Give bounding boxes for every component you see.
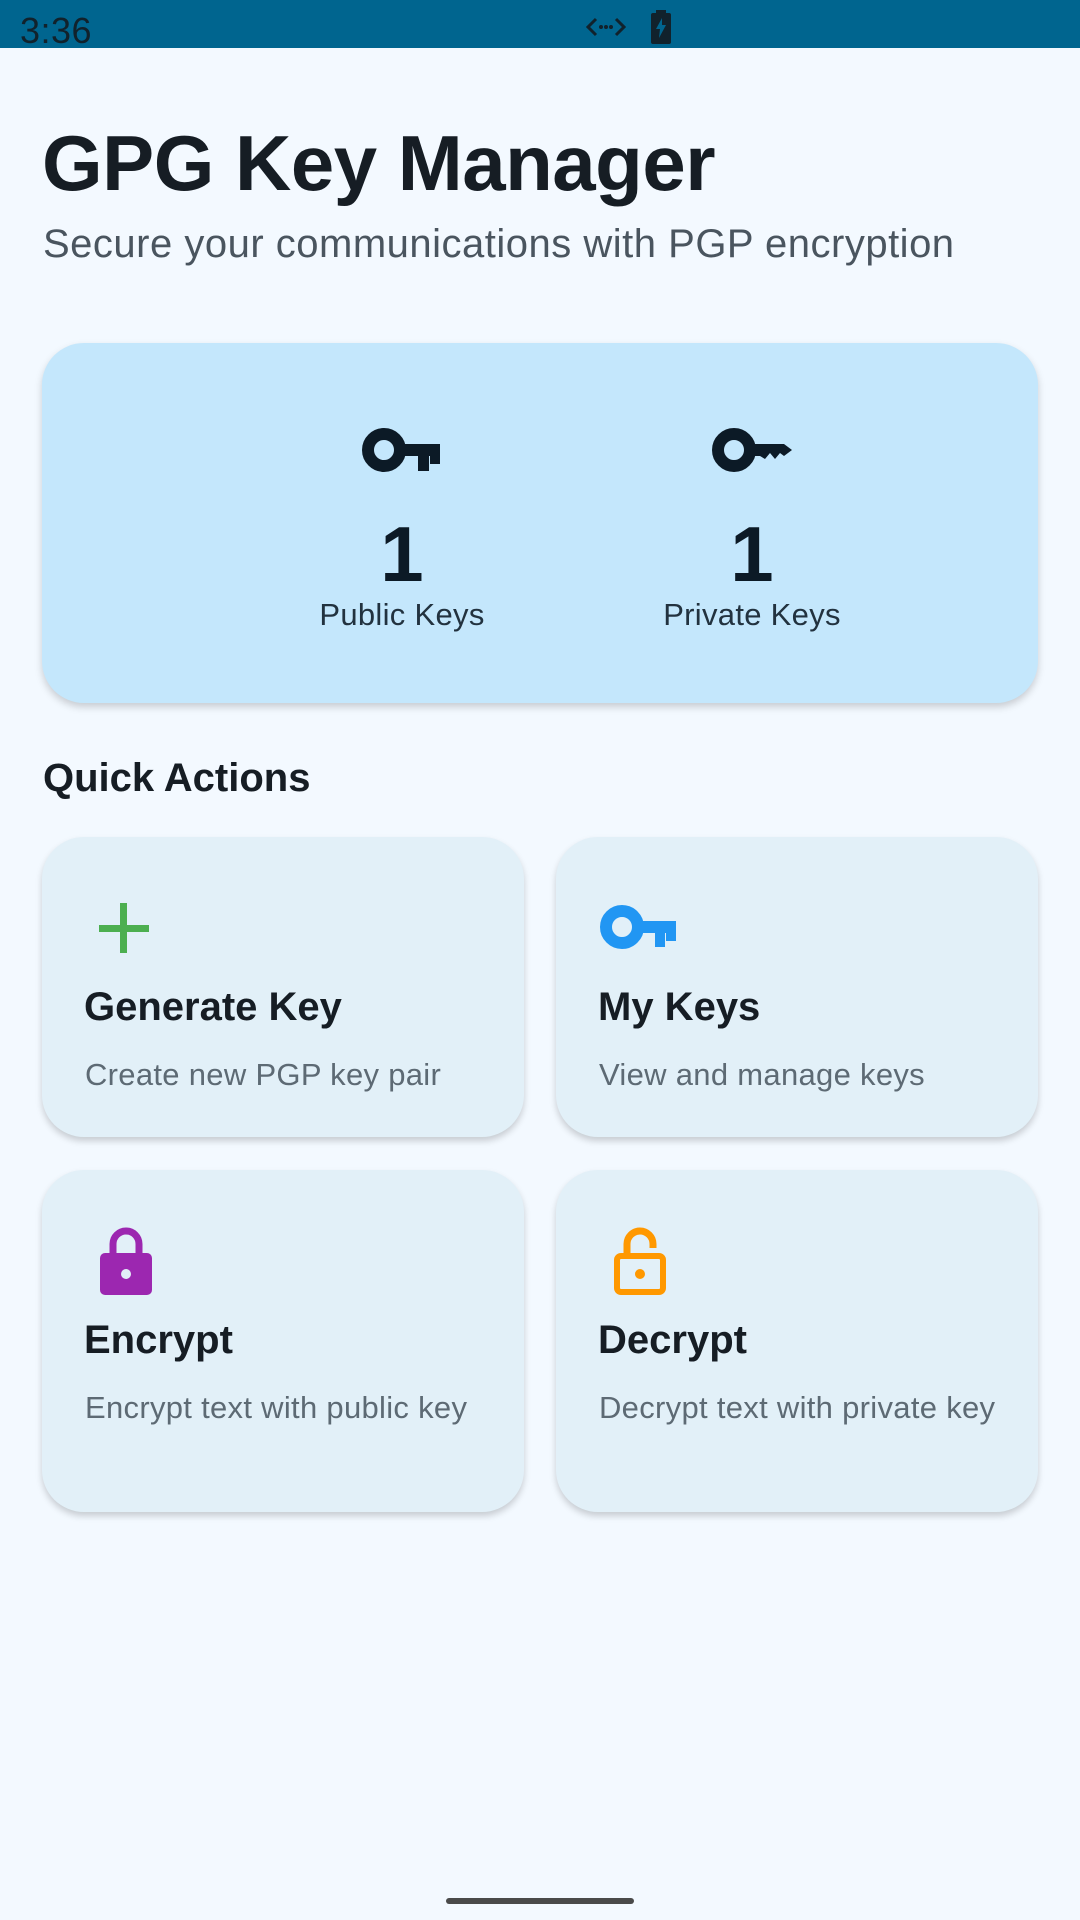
page-subtitle: Secure your communications with PGP encr… xyxy=(43,222,955,266)
private-keys-label: Private Keys xyxy=(663,597,841,632)
key-icon xyxy=(600,905,676,949)
quick-actions-title: Quick Actions xyxy=(43,756,311,800)
encrypt-description: Encrypt text with public key xyxy=(85,1390,468,1425)
generate-key-card[interactable]: Generate Key Create new PGP key pair xyxy=(42,837,524,1137)
gesture-nav-handle[interactable] xyxy=(446,1898,634,1904)
public-keys-count: 1 xyxy=(380,510,424,598)
public-keys-label: Public Keys xyxy=(319,597,485,632)
lock-open-icon xyxy=(614,1227,666,1295)
plus-icon xyxy=(99,903,149,953)
vpn-key-icon xyxy=(712,428,792,472)
status-bar: 3:36 xyxy=(0,0,1080,51)
public-keys-stat: 1 Public Keys xyxy=(242,343,562,703)
encrypt-title: Encrypt xyxy=(84,1318,233,1362)
my-keys-card[interactable]: My Keys View and manage keys xyxy=(556,837,1038,1137)
status-time: 3:36 xyxy=(20,10,93,51)
status-icons xyxy=(586,10,672,44)
generate-key-description: Create new PGP key pair xyxy=(85,1057,442,1092)
encrypt-card[interactable]: Encrypt Encrypt text with public key xyxy=(42,1170,524,1512)
private-keys-stat: 1 Private Keys xyxy=(592,343,912,703)
page-title: GPG Key Manager xyxy=(42,119,716,207)
decrypt-description: Decrypt text with private key xyxy=(599,1390,996,1425)
battery-charging-icon xyxy=(651,10,671,44)
code-icon xyxy=(586,17,626,37)
private-keys-count: 1 xyxy=(730,510,774,598)
decrypt-title: Decrypt xyxy=(598,1318,747,1362)
key-icon xyxy=(362,428,440,472)
lock-icon xyxy=(100,1227,152,1295)
my-keys-description: View and manage keys xyxy=(599,1057,925,1092)
my-keys-title: My Keys xyxy=(598,985,761,1029)
key-stats-card: 1 Public Keys 1 Private Keys xyxy=(42,343,1038,703)
generate-key-title: Generate Key xyxy=(84,985,342,1029)
decrypt-card[interactable]: Decrypt Decrypt text with private key xyxy=(556,1170,1038,1512)
